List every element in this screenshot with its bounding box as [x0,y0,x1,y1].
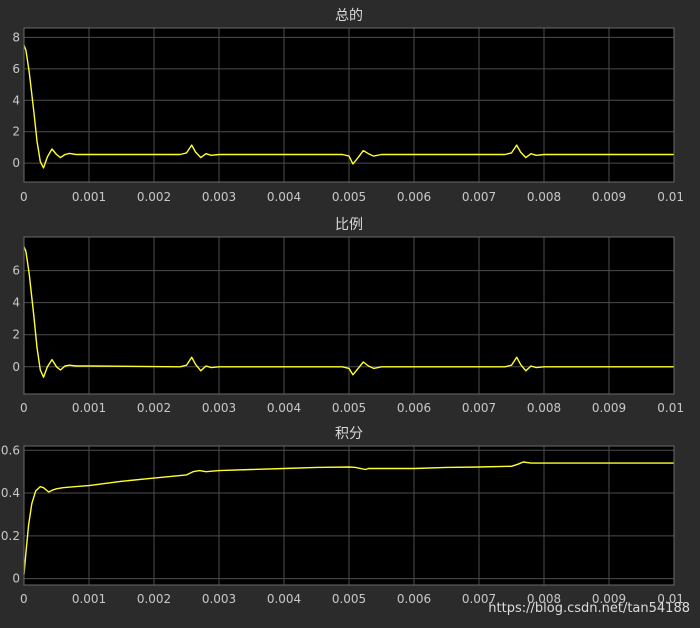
x-tick-label: 0.008 [527,190,561,204]
subplot-3: 积分0 0.001 0.002 0.003 0.004 0.005 0.006 0.007 0.… [1,426,684,606]
y-tick-label: 4 [12,296,20,310]
x-tick-label: 0.009 [592,190,626,204]
x-tick-label: 0.003 [202,592,236,606]
x-tick-label: 0.002 [137,401,171,415]
x-tick-label: 0.001 [72,401,106,415]
y-tick-label: 6 [12,264,20,278]
subplot-2: 比例 0 0.001 0.002 0.003 0.004 0.005 0.006 0.007 0.… [12,217,684,415]
y-tick-label: 0 [12,156,20,170]
x-tick-label: 0.006 [397,190,431,204]
y-tick-label: 0.4 [1,486,20,500]
subplot-1: 总的 0 0.001 0.002 0.003 0.004 0.005 0.006 0.007 0.… [12,8,684,204]
x-tick-label: 0.001 [72,592,106,606]
x-tick-label: 0.002 [137,592,171,606]
subplot-2-title: 比例 [335,217,363,233]
y-tick-label: 0.2 [1,529,20,543]
x-tick-label: 0.005 [332,401,366,415]
y-tick-label: 4 [12,93,20,107]
subplot-3-title: 积分 [335,426,363,442]
x-tick-label: 0 [20,190,28,204]
x-tick-label: 0.002 [137,190,171,204]
y-tick-label: 2 [12,125,20,139]
x-tick-label: 0.004 [267,592,301,606]
scope-figure: 总的 0 0.001 0.002 0.003 0.004 0.005 0.006 0.007 0.… [0,0,700,628]
x-tick-label: 0.004 [267,401,301,415]
y-tick-label: 2 [12,328,20,342]
x-tick-label: 0.007 [462,401,496,415]
plots-layer: 总的 0 0.001 0.002 0.003 0.004 0.005 0.006 0.007 0.… [1,8,684,606]
x-tick-label: 0.006 [397,401,431,415]
x-tick-label: 0.003 [202,401,236,415]
x-tick-label: 0 [20,592,28,606]
watermark-text: https://blog.csdn.net/tan54188 [488,601,690,616]
x-tick-label: 0.003 [202,190,236,204]
x-tick-label: 0 [20,401,28,415]
y-tick-label: 0 [12,572,20,586]
y-tick-label: 0.6 [1,443,20,457]
x-tick-label: 0.001 [72,190,106,204]
y-tick-label: 6 [12,62,20,76]
x-tick-label: 0.004 [267,190,301,204]
x-tick-label: 0.009 [592,401,626,415]
x-tick-label: 0.006 [397,592,431,606]
x-tick-label: 0.01 [657,401,684,415]
x-tick-label: 0.008 [527,401,561,415]
x-tick-label: 0.005 [332,190,366,204]
x-tick-label: 0.005 [332,592,366,606]
x-tick-label: 0.01 [657,190,684,204]
subplot-1-title: 总的 [335,8,363,24]
y-tick-label: 8 [12,30,20,44]
y-tick-label: 0 [12,360,20,374]
x-tick-label: 0.007 [462,190,496,204]
